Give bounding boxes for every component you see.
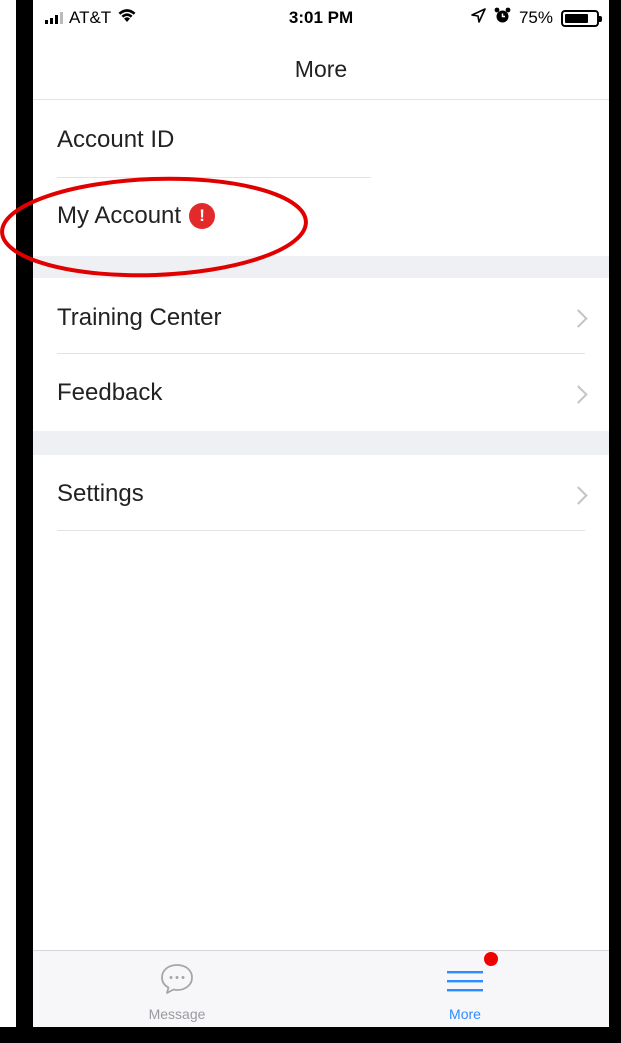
tab-label: More (449, 1006, 481, 1022)
alarm-icon (494, 7, 511, 29)
phone-screen: AT&T 3:01 PM 75% More Account ID My Acco… (33, 0, 609, 1027)
tab-more[interactable]: More (321, 951, 609, 1027)
tab-label: Message (148, 1006, 206, 1022)
location-icon (471, 8, 486, 28)
menu-item-my-account[interactable]: Training Center My Account ! (33, 178, 609, 256)
chevron-right-icon (569, 385, 588, 404)
tab-bar: Message More (33, 950, 609, 1027)
alert-badge-icon: ! (189, 203, 216, 229)
menu-item-label: Account ID (57, 126, 175, 153)
device-frame-left (16, 0, 33, 1043)
menu-item-label: Training Center (57, 304, 222, 331)
chat-bubble-icon (159, 961, 195, 1002)
battery-icon (561, 9, 602, 27)
chevron-right-icon (569, 486, 588, 505)
menu-lines-icon (445, 961, 485, 1002)
tab-message[interactable]: Message (33, 951, 321, 1027)
device-frame-bottom (0, 1027, 621, 1043)
menu-item-training-center[interactable]: Training Center (33, 278, 609, 354)
status-right: 75% (471, 7, 602, 29)
page: AT&T 3:01 PM 75% More Account ID My Acco… (0, 0, 621, 1043)
menu-item-account-id[interactable]: Account ID (33, 100, 609, 178)
battery-percent: 75% (518, 8, 553, 27)
menu-item-row-content: Training Center My Account ! (57, 202, 216, 230)
section-divider (33, 256, 609, 278)
device-frame-right (609, 0, 621, 1043)
chevron-right-icon (569, 309, 588, 328)
navigation-bar: More (33, 40, 609, 100)
page-title: More (294, 56, 348, 82)
menu-item-settings[interactable]: Settings (33, 455, 609, 531)
section-divider (33, 431, 609, 455)
menu-item-label: My Account (57, 202, 182, 229)
divider (57, 530, 585, 531)
menu-item-label: Feedback (57, 379, 163, 406)
notification-dot (484, 952, 498, 966)
status-bar: AT&T 3:01 PM 75% (33, 0, 609, 40)
menu-item-feedback[interactable]: Feedback (33, 354, 609, 431)
menu-item-label: Settings (57, 480, 144, 507)
